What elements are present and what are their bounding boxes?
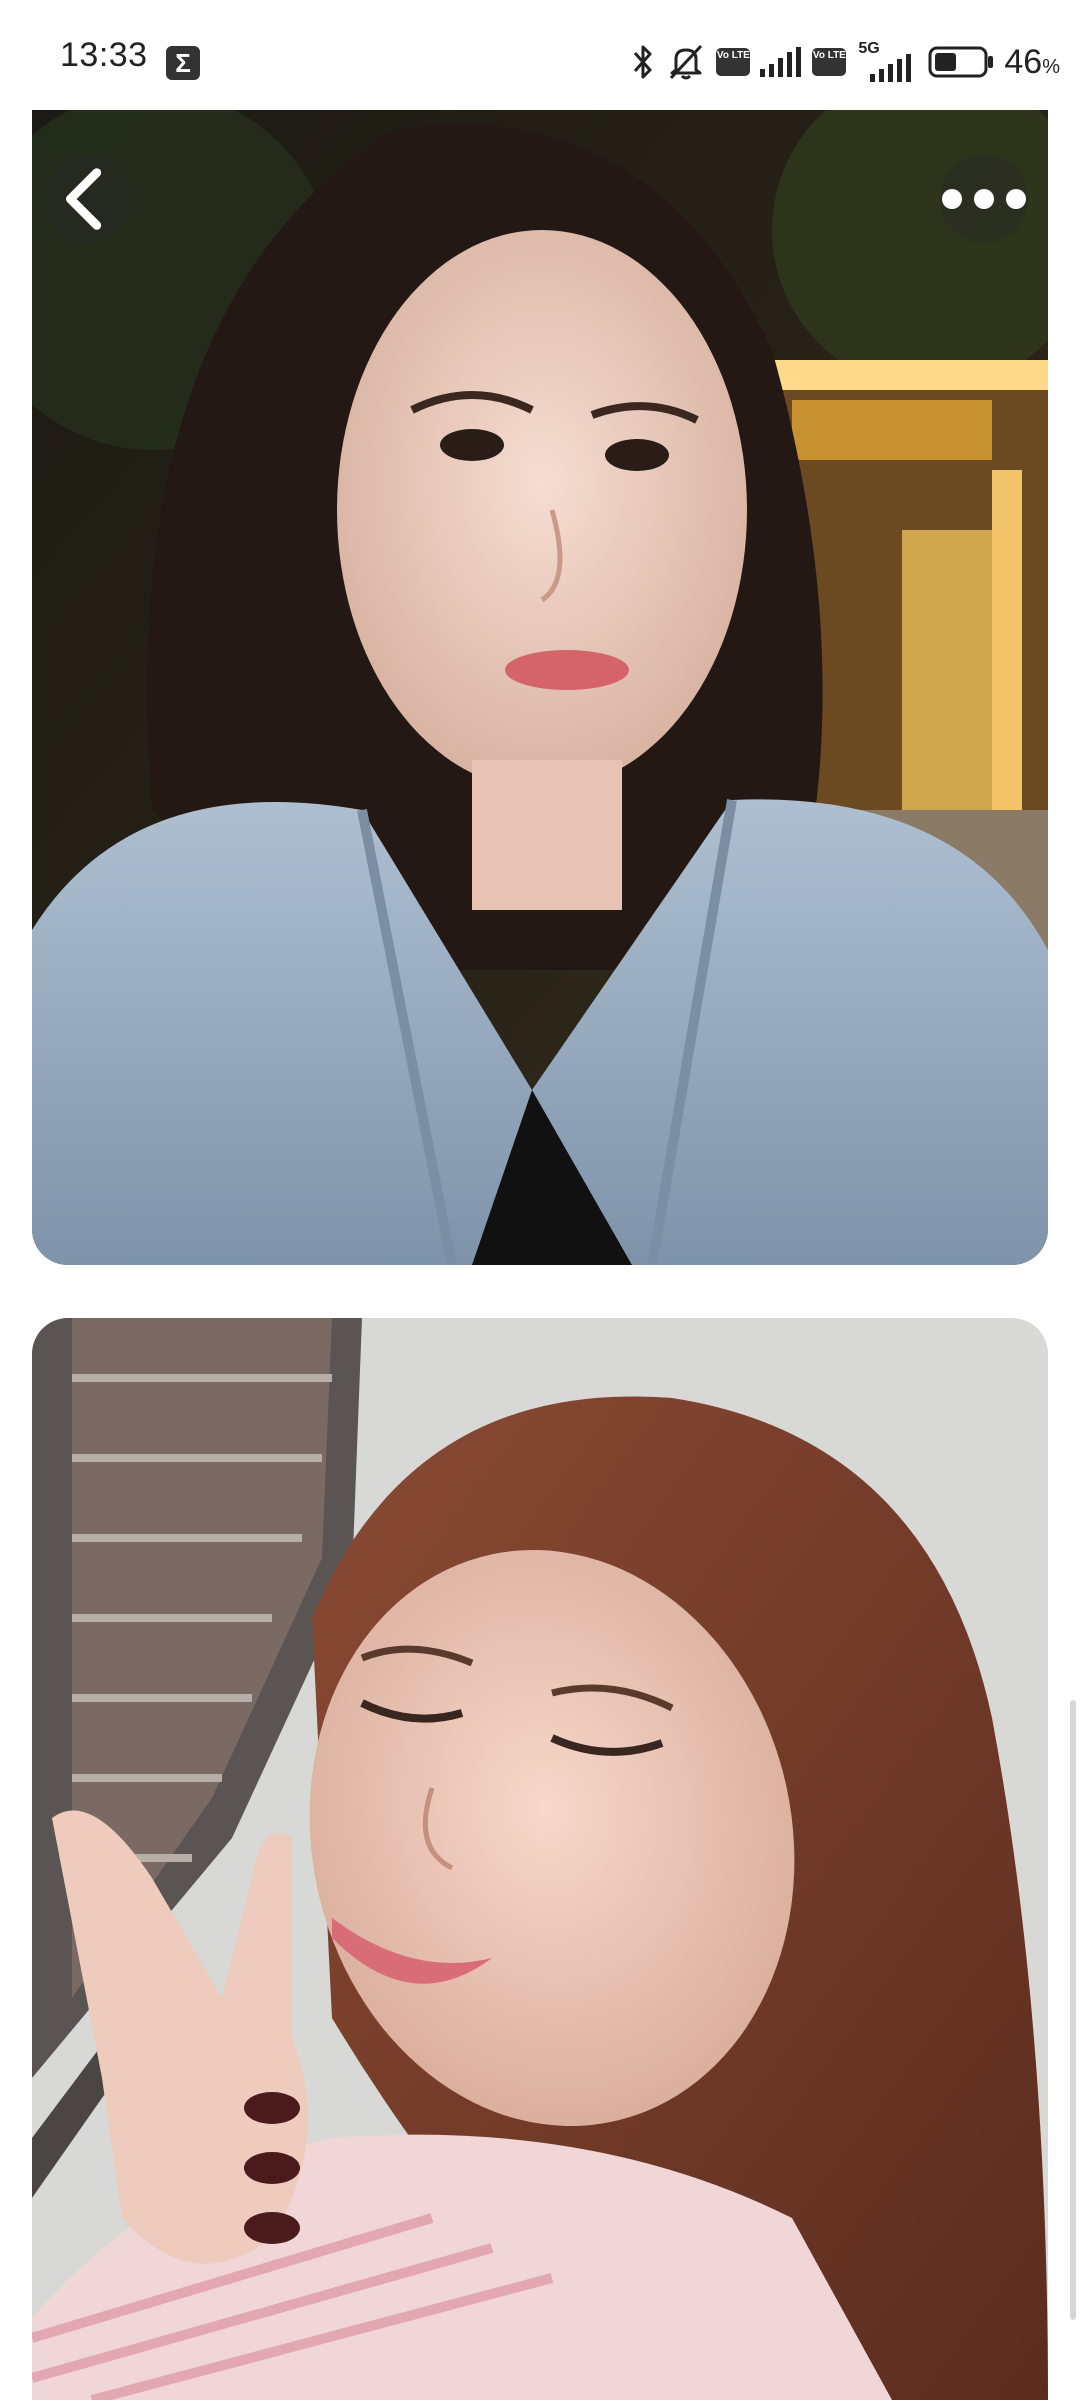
clock: 13:33 (60, 36, 148, 74)
status-icons: Vo LTE Vo LTE 5G 46% (630, 40, 1060, 84)
back-button[interactable] (44, 155, 132, 243)
battery-percent: 46% (1004, 42, 1060, 81)
status-bar: 13:33 Σ Vo LTE Vo LTE 5G 46% (0, 0, 1080, 110)
sigma-icon: Σ (166, 46, 200, 80)
mute-bell-icon (670, 44, 703, 80)
photo-2[interactable] (32, 1318, 1048, 2400)
scrollbar[interactable] (1070, 1700, 1076, 2320)
chevron-left-icon (66, 168, 102, 230)
bluetooth-icon (634, 45, 652, 79)
photo-1-image (32, 110, 1048, 1265)
5g-signal-icon: 5G (856, 40, 918, 82)
battery-icon (928, 46, 994, 78)
volte-icon: Vo LTE (716, 48, 751, 76)
more-options-button[interactable] (940, 155, 1028, 243)
volte-icon-2: Vo LTE (812, 48, 847, 76)
signal-icon (760, 47, 802, 77)
photo-1[interactable] (32, 110, 1048, 1265)
more-horizontal-icon (942, 189, 1026, 209)
photo-2-image (32, 1318, 1048, 2400)
